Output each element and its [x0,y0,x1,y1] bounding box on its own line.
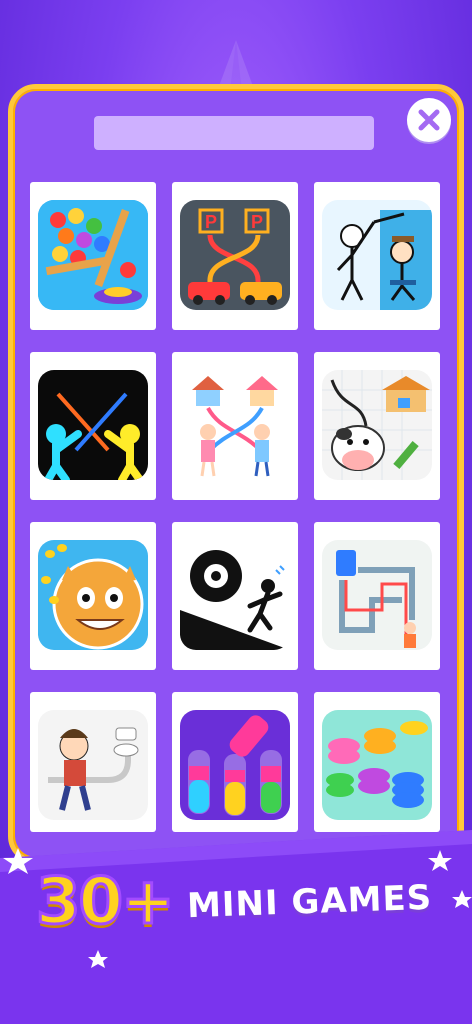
game-card[interactable] [314,692,440,832]
game-card[interactable] [30,692,156,832]
game-card[interactable] [172,522,298,670]
game-card[interactable] [314,522,440,670]
svg-text:P: P [251,212,263,232]
ball-sort-pin-icon [38,200,148,310]
coin-sort-icon [322,710,432,820]
game-card[interactable] [172,352,298,500]
game-card[interactable] [314,182,440,330]
game-card[interactable]: P P [172,182,298,330]
game-card[interactable] [30,352,156,500]
stickman-fight-icon [38,370,148,480]
game-card[interactable] [172,692,298,832]
game-card[interactable] [30,182,156,330]
game-card[interactable] [314,352,440,500]
draw-home-path-icon [180,370,290,480]
close-button[interactable] [407,98,451,142]
close-icon [418,109,440,131]
search-bar[interactable] [94,116,374,150]
svg-text:P: P [205,212,217,232]
promo-title: 30+ MINI GAMES [35,862,433,942]
parking-draw-icon: P P [180,200,290,310]
toilet-maze-icon [322,540,432,650]
games-count: 30+ [35,864,177,941]
mini-games-label: MINI GAMES [186,877,433,927]
toilet-rush-icon [38,710,148,820]
cow-path-icon [322,370,432,480]
water-sort-icon [180,710,290,820]
stickman-puzzle-icon [322,200,432,310]
doge-bees-icon [38,540,148,650]
saw-escape-icon [180,540,290,650]
game-card[interactable] [30,522,156,670]
